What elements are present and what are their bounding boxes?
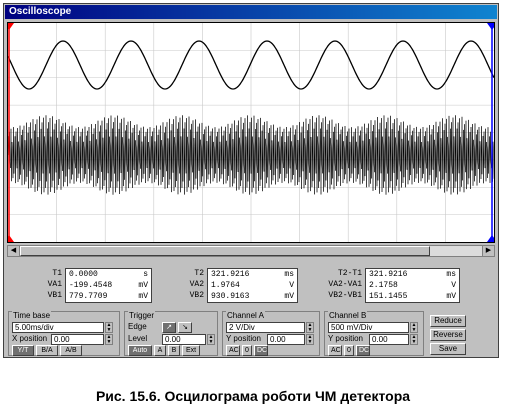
scope-display [8, 23, 494, 242]
trigger-edge-label: Edge [128, 322, 147, 331]
channel-a-dc-button[interactable]: DC [254, 345, 268, 356]
timebase-input[interactable]: 5.00ms/div [12, 322, 104, 333]
xposition-input[interactable]: 0.00 [51, 334, 104, 345]
scroll-thumb[interactable] [20, 246, 430, 256]
mode-ab-button[interactable]: A/B [60, 345, 82, 356]
channel-b-zero-button[interactable]: 0 [344, 345, 354, 356]
reverse-button[interactable]: Reverse [430, 329, 466, 341]
window-title: Oscilloscope [9, 6, 72, 17]
readout-cursor-1: T1 VA1 VB1 0.0000 s -199.4548 mV 779.7709 m… [32, 268, 152, 306]
channel-a-scale-input[interactable]: 2 V/Div [226, 322, 305, 333]
reduce-button[interactable]: Reduce [430, 315, 466, 327]
readout-3-values: 321.9216 ms 2.1758 V 151.1455 mV [365, 268, 460, 303]
scroll-right-icon[interactable]: ▶ [482, 246, 494, 256]
readout-1-values: 0.0000 s -199.4548 mV 779.7709 mV [65, 268, 152, 303]
xposition-spinner-icon[interactable]: ▲ ▼ [105, 334, 113, 345]
readout-cursor-2: T2 VA2 VB2 321.9216 ms 1.9764 V 930.9163 mV [174, 268, 298, 306]
channel-b-ypos-input[interactable]: 0.00 [369, 334, 409, 345]
readout-2-values: 321.9216 ms 1.9764 V 930.9163 mV [207, 268, 298, 303]
trigger-level-spinner-icon[interactable]: ▲ ▼ [207, 334, 215, 345]
channel-a-ypos-input[interactable]: 0.00 [267, 334, 305, 345]
channel-a-title: Channel A [226, 311, 265, 320]
trigger-auto-button[interactable]: Auto [128, 345, 152, 356]
readout-2-labels: T2 VA2 VB2 [189, 269, 204, 300]
channel-a-scale-spinner-icon[interactable]: ▲ ▼ [306, 322, 314, 333]
channel-b-ypos-spinner-icon[interactable]: ▲ ▼ [410, 334, 418, 345]
timebase-panel: Time base 5.00ms/div ▲ ▼ X position 0.00 … [8, 311, 120, 356]
trigger-level-input[interactable]: 0.00 [162, 334, 206, 345]
channel-a-panel: Channel A 2 V/Div ▲ ▼ Y position 0.00 ▲ ▼ … [222, 311, 320, 356]
oscilloscope-screen[interactable] [7, 22, 495, 243]
figure-caption: Рис. 15.6. Осцилограма роботи ЧМ детекто… [95, 388, 411, 404]
trigger-b-button[interactable]: B [168, 345, 180, 356]
trigger-level-label: Level [128, 334, 148, 343]
oscilloscope-window: Oscilloscope ◀ ▶ T1 VA1 VB1 0.0000 s -199… [3, 3, 499, 358]
readout-3-labels: T2-T1 VA2-VA1 VB2-VB1 [328, 269, 362, 300]
channel-a-ac-button[interactable]: AC [226, 345, 240, 356]
readout-1-labels: T1 VA1 VB1 [47, 269, 62, 300]
channel-a-zero-button[interactable]: 0 [242, 345, 252, 356]
trigger-panel: Trigger Edge ↗ ↘ Level 0.00 ▲ ▼ Auto A B … [124, 311, 218, 356]
cursor-1-marker[interactable] [8, 23, 14, 30]
trigger-title: Trigger [128, 311, 156, 320]
timebase-spinner-icon[interactable]: ▲ ▼ [105, 322, 113, 333]
mode-ba-button[interactable]: B/A [36, 345, 58, 356]
trigger-ext-button[interactable]: Ext [182, 345, 200, 356]
scroll-left-icon[interactable]: ◀ [8, 246, 20, 256]
channel-b-ac-button[interactable]: AC [328, 345, 342, 356]
horizontal-scrollbar[interactable]: ◀ ▶ [7, 245, 495, 257]
channel-b-panel: Channel B 500 mV/Div ▲ ▼ Y position 0.00 … [324, 311, 424, 356]
trigger-a-button[interactable]: A [154, 345, 166, 356]
save-button[interactable]: Save [430, 343, 466, 355]
timebase-title: Time base [12, 311, 52, 320]
channel-a-ypos-label: Y position [226, 334, 261, 343]
channel-b-dc-button[interactable]: DC [356, 345, 370, 356]
channel-b-title: Channel B [328, 311, 368, 320]
channel-a-ypos-spinner-icon[interactable]: ▲ ▼ [306, 334, 314, 345]
channel-b-ypos-label: Y position [328, 334, 363, 343]
readout-difference: T2-T1 VA2-VA1 VB2-VB1 321.9216 ms 2.1758 V… [314, 268, 462, 306]
cursor-1-marker-bottom[interactable] [8, 235, 14, 242]
timebase-xpos-label: X position [12, 334, 48, 343]
title-bar[interactable]: Oscilloscope [5, 5, 497, 19]
channel-b-scale-input[interactable]: 500 mV/Div [328, 322, 409, 333]
edge-falling-icon[interactable]: ↘ [178, 322, 192, 333]
mode-yt-button[interactable]: Y/T [12, 345, 34, 356]
cursor-2-marker[interactable] [487, 23, 494, 30]
channel-b-scale-spinner-icon[interactable]: ▲ ▼ [410, 322, 418, 333]
edge-rising-icon[interactable]: ↗ [162, 322, 176, 333]
cursor-2-marker-bottom[interactable] [487, 235, 494, 242]
